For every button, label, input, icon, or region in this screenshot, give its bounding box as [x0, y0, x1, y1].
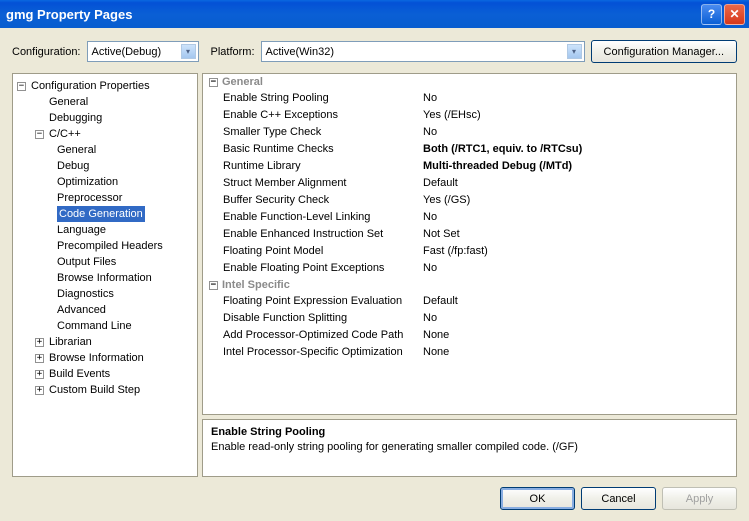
property-row[interactable]: Intel Processor-Specific OptimizationNon… [203, 344, 736, 361]
description-pane: Enable String Pooling Enable read-only s… [202, 419, 737, 477]
property-value[interactable]: No [423, 311, 736, 326]
property-value[interactable]: None [423, 345, 736, 360]
tree-item-outputfiles[interactable]: Output Files [57, 254, 197, 270]
chevron-down-icon[interactable]: ▾ [181, 44, 196, 59]
tree-item-cmdline[interactable]: Command Line [57, 318, 197, 334]
property-name: Enable C++ Exceptions [223, 108, 423, 123]
property-value[interactable]: Not Set [423, 227, 736, 242]
collapse-icon[interactable]: − [209, 281, 218, 290]
property-row[interactable]: Enable Function-Level LinkingNo [203, 209, 736, 226]
tree-item-ccpp-debug[interactable]: Debug [57, 158, 197, 174]
property-row[interactable]: Floating Point ModelFast (/fp:fast) [203, 243, 736, 260]
property-name: Floating Point Model [223, 244, 423, 259]
chevron-down-icon[interactable]: ▾ [567, 44, 582, 59]
property-row[interactable]: Floating Point Expression EvaluationDefa… [203, 293, 736, 310]
cancel-button[interactable]: Cancel [581, 487, 656, 510]
property-value[interactable]: Fast (/fp:fast) [423, 244, 736, 259]
tree-item-preprocessor[interactable]: Preprocessor [57, 190, 197, 206]
window-title: gmg Property Pages [6, 7, 701, 22]
property-name: Buffer Security Check [223, 193, 423, 208]
property-name: Enable Function-Level Linking [223, 210, 423, 225]
property-value[interactable]: Yes (/GS) [423, 193, 736, 208]
property-row[interactable]: Smaller Type CheckNo [203, 124, 736, 141]
tree-item-language[interactable]: Language [57, 222, 197, 238]
property-name: Smaller Type Check [223, 125, 423, 140]
category-intel[interactable]: − Intel Specific [203, 277, 736, 293]
property-row[interactable]: Enable C++ ExceptionsYes (/EHsc) [203, 107, 736, 124]
tree-item-buildevents[interactable]: +Build Events [35, 366, 197, 382]
help-icon[interactable]: ? [701, 4, 722, 25]
description-title: Enable String Pooling [211, 426, 728, 438]
tree-item-librarian[interactable]: +Librarian [35, 334, 197, 350]
property-value[interactable]: Yes (/EHsc) [423, 108, 736, 123]
property-row[interactable]: Basic Runtime ChecksBoth (/RTC1, equiv. … [203, 141, 736, 158]
tree-item-browseinfo2[interactable]: +Browse Information [35, 350, 197, 366]
property-name: Floating Point Expression Evaluation [223, 294, 423, 309]
property-value[interactable]: Default [423, 176, 736, 191]
configuration-value: Active(Debug) [92, 46, 162, 58]
property-value[interactable]: Default [423, 294, 736, 309]
tree-item-general[interactable]: General [35, 94, 197, 110]
property-row[interactable]: Disable Function SplittingNo [203, 310, 736, 327]
property-name: Enable Floating Point Exceptions [223, 261, 423, 276]
expand-icon[interactable]: + [35, 338, 44, 347]
tree-item-diagnostics[interactable]: Diagnostics [57, 286, 197, 302]
tree-item-advanced[interactable]: Advanced [57, 302, 197, 318]
collapse-icon[interactable]: − [209, 78, 218, 87]
expand-icon[interactable]: + [35, 354, 44, 363]
property-value[interactable]: Both (/RTC1, equiv. to /RTCsu) [423, 142, 736, 157]
property-name: Struct Member Alignment [223, 176, 423, 191]
configuration-manager-button[interactable]: Configuration Manager... [591, 40, 737, 63]
property-value[interactable]: No [423, 261, 736, 276]
property-grid[interactable]: − General Enable String PoolingNoEnable … [202, 73, 737, 415]
property-row[interactable]: Enable Enhanced Instruction SetNot Set [203, 226, 736, 243]
ok-button[interactable]: OK [500, 487, 575, 510]
property-value[interactable]: None [423, 328, 736, 343]
tree-item-codegen[interactable]: Code Generation [57, 206, 197, 222]
property-name: Basic Runtime Checks [223, 142, 423, 157]
top-row: Configuration: Active(Debug) ▾ Platform:… [12, 40, 737, 63]
property-name: Enable Enhanced Instruction Set [223, 227, 423, 242]
property-name: Add Processor-Optimized Code Path [223, 328, 423, 343]
property-name: Disable Function Splitting [223, 311, 423, 326]
category-general[interactable]: − General [203, 74, 736, 90]
tree-pane[interactable]: − Configuration Properties General Debug… [12, 73, 198, 477]
property-value[interactable]: No [423, 125, 736, 140]
tree-item-browseinfo[interactable]: Browse Information [57, 270, 197, 286]
property-row[interactable]: Struct Member AlignmentDefault [203, 175, 736, 192]
collapse-icon[interactable]: − [17, 82, 26, 91]
property-row[interactable]: Add Processor-Optimized Code PathNone [203, 327, 736, 344]
property-name: Intel Processor-Specific Optimization [223, 345, 423, 360]
platform-combo[interactable]: Active(Win32) ▾ [261, 41, 585, 62]
tree-item-optimization[interactable]: Optimization [57, 174, 197, 190]
title-bar: gmg Property Pages ? ✕ [0, 0, 749, 28]
property-row[interactable]: Buffer Security CheckYes (/GS) [203, 192, 736, 209]
close-icon[interactable]: ✕ [724, 4, 745, 25]
configuration-combo[interactable]: Active(Debug) ▾ [87, 41, 199, 62]
tree-item-pch[interactable]: Precompiled Headers [57, 238, 197, 254]
tree-item-ccpp-general[interactable]: General [57, 142, 197, 158]
platform-label: Platform: [211, 46, 255, 58]
collapse-icon[interactable]: − [35, 130, 44, 139]
property-value[interactable]: Multi-threaded Debug (/MTd) [423, 159, 736, 174]
configuration-label: Configuration: [12, 46, 81, 58]
expand-icon[interactable]: + [35, 370, 44, 379]
tree-root[interactable]: − Configuration Properties [17, 78, 197, 94]
tree-item-custombuild[interactable]: +Custom Build Step [35, 382, 197, 398]
tree-item-debugging[interactable]: Debugging [35, 110, 197, 126]
property-value[interactable]: No [423, 91, 736, 106]
property-row[interactable]: Enable Floating Point ExceptionsNo [203, 260, 736, 277]
expand-icon[interactable]: + [35, 386, 44, 395]
platform-value: Active(Win32) [266, 46, 334, 58]
apply-button[interactable]: Apply [662, 487, 737, 510]
property-name: Enable String Pooling [223, 91, 423, 106]
property-row[interactable]: Enable String PoolingNo [203, 90, 736, 107]
description-body: Enable read-only string pooling for gene… [211, 441, 728, 453]
tree-item-ccpp[interactable]: −C/C++ [35, 126, 197, 142]
property-value[interactable]: No [423, 210, 736, 225]
property-row[interactable]: Runtime LibraryMulti-threaded Debug (/MT… [203, 158, 736, 175]
property-name: Runtime Library [223, 159, 423, 174]
